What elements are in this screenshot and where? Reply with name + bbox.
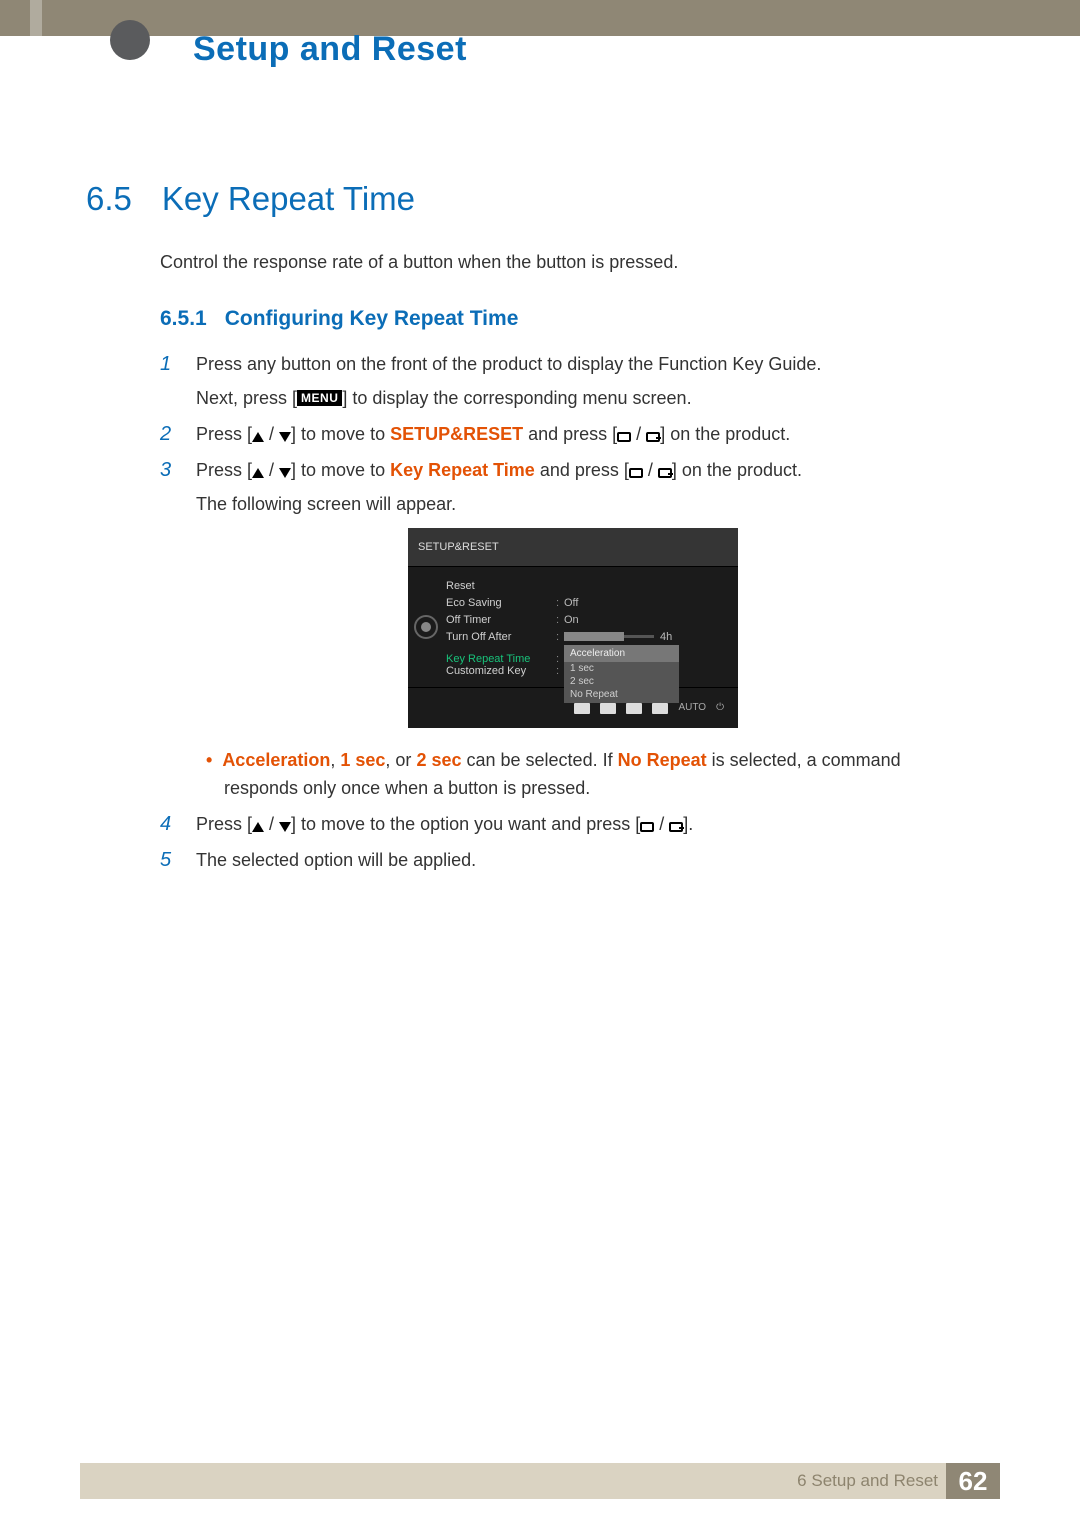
step-text: and press [	[523, 424, 617, 444]
step-text: ,	[330, 750, 340, 770]
emphasis: Acceleration	[222, 750, 330, 770]
nav-icon	[652, 703, 668, 714]
step-4: 4 Press [ / ] to move to the option you …	[160, 810, 950, 838]
step-5: 5 The selected option will be applied.	[160, 846, 950, 874]
osd-option: Acceleration	[564, 645, 679, 662]
step-number: 2	[160, 420, 186, 448]
bullet-icon: •	[206, 750, 222, 770]
step-text: Press [	[196, 460, 252, 480]
footer-chapter: 6 Setup and Reset	[797, 1471, 946, 1491]
page-number: 62	[946, 1463, 1000, 1499]
nav-icon	[600, 703, 616, 714]
step-text: ] on the product.	[660, 424, 790, 444]
auto-label: AUTO	[678, 694, 706, 722]
step-text: Next, press [	[196, 388, 297, 408]
step-2: 2 Press [ / ] to move to SETUP&RESET and…	[160, 420, 950, 448]
section-title: Key Repeat Time	[162, 180, 415, 218]
content-body: 1 Press any button on the front of the p…	[160, 350, 950, 882]
osd-option: 1 sec	[570, 662, 673, 675]
step-3: 3 Press [ / ] to move to Key Repeat Time…	[160, 456, 950, 802]
step-text: can be selected. If	[461, 750, 617, 770]
enter-icon	[658, 468, 672, 478]
up-icon	[252, 468, 264, 478]
step-text: Press any button on the front of the pro…	[196, 354, 821, 374]
osd-dropdown: Acceleration 1 sec 2 sec No Repeat	[564, 645, 679, 703]
step-number: 5	[160, 846, 186, 874]
enter-icon	[669, 822, 683, 832]
emphasis: SETUP&RESET	[390, 424, 523, 444]
step-text: and press [	[535, 460, 629, 480]
step-text: ].	[683, 814, 693, 834]
emphasis: Key Repeat Time	[390, 460, 535, 480]
osd-item: Customized Key	[446, 657, 556, 685]
down-icon	[279, 468, 291, 478]
step-text: ] to move to the option you want and pre…	[291, 814, 640, 834]
emphasis: 1 sec	[340, 750, 385, 770]
source-icon	[617, 432, 631, 442]
step-text: , or	[385, 750, 416, 770]
osd-option: No Repeat	[570, 688, 673, 701]
section-intro: Control the response rate of a button wh…	[160, 252, 678, 273]
step-text: The following screen will appear.	[196, 490, 950, 518]
enter-icon	[646, 432, 660, 442]
step-number: 4	[160, 810, 186, 838]
osd-title: SETUP&RESET	[408, 528, 738, 567]
chapter-title: Setup and Reset	[193, 30, 467, 69]
gear-icon	[414, 615, 438, 639]
emphasis: No Repeat	[618, 750, 707, 770]
header-bar	[0, 0, 1080, 36]
step-text: ] to display the corresponding menu scre…	[342, 388, 691, 408]
step-text: ] to move to	[291, 460, 390, 480]
power-icon: ⏻	[716, 694, 724, 722]
emphasis: 2 sec	[416, 750, 461, 770]
chapter-badge	[110, 20, 150, 60]
osd-screenshot: SETUP&RESET Reset Eco Saving:Off Off Tim…	[408, 528, 738, 728]
osd-option: 2 sec	[570, 675, 673, 688]
step-text: The selected option will be applied.	[196, 850, 476, 870]
nav-icon	[626, 703, 642, 714]
step-text: Press [	[196, 424, 252, 444]
osd-slider	[564, 635, 654, 638]
section-heading: 6.5 Key Repeat Time	[86, 180, 415, 218]
step-text: ] on the product.	[672, 460, 802, 480]
subsection-heading: 6.5.1 Configuring Key Repeat Time	[160, 307, 518, 331]
nav-icon	[574, 703, 590, 714]
down-icon	[279, 432, 291, 442]
step-number: 3	[160, 456, 186, 484]
footer-bar: 6 Setup and Reset 62	[80, 1463, 1000, 1499]
source-icon	[629, 468, 643, 478]
down-icon	[279, 822, 291, 832]
subsection-title: Configuring Key Repeat Time	[225, 307, 519, 331]
step-text: ] to move to	[291, 424, 390, 444]
subsection-number: 6.5.1	[160, 307, 207, 331]
step-number: 1	[160, 350, 186, 378]
source-icon	[640, 822, 654, 832]
osd-value: On	[564, 606, 579, 634]
up-icon	[252, 822, 264, 832]
step-text: Press [	[196, 814, 252, 834]
section-number: 6.5	[86, 180, 132, 218]
up-icon	[252, 432, 264, 442]
step-1: 1 Press any button on the front of the p…	[160, 350, 950, 412]
menu-icon: MENU	[297, 390, 342, 406]
